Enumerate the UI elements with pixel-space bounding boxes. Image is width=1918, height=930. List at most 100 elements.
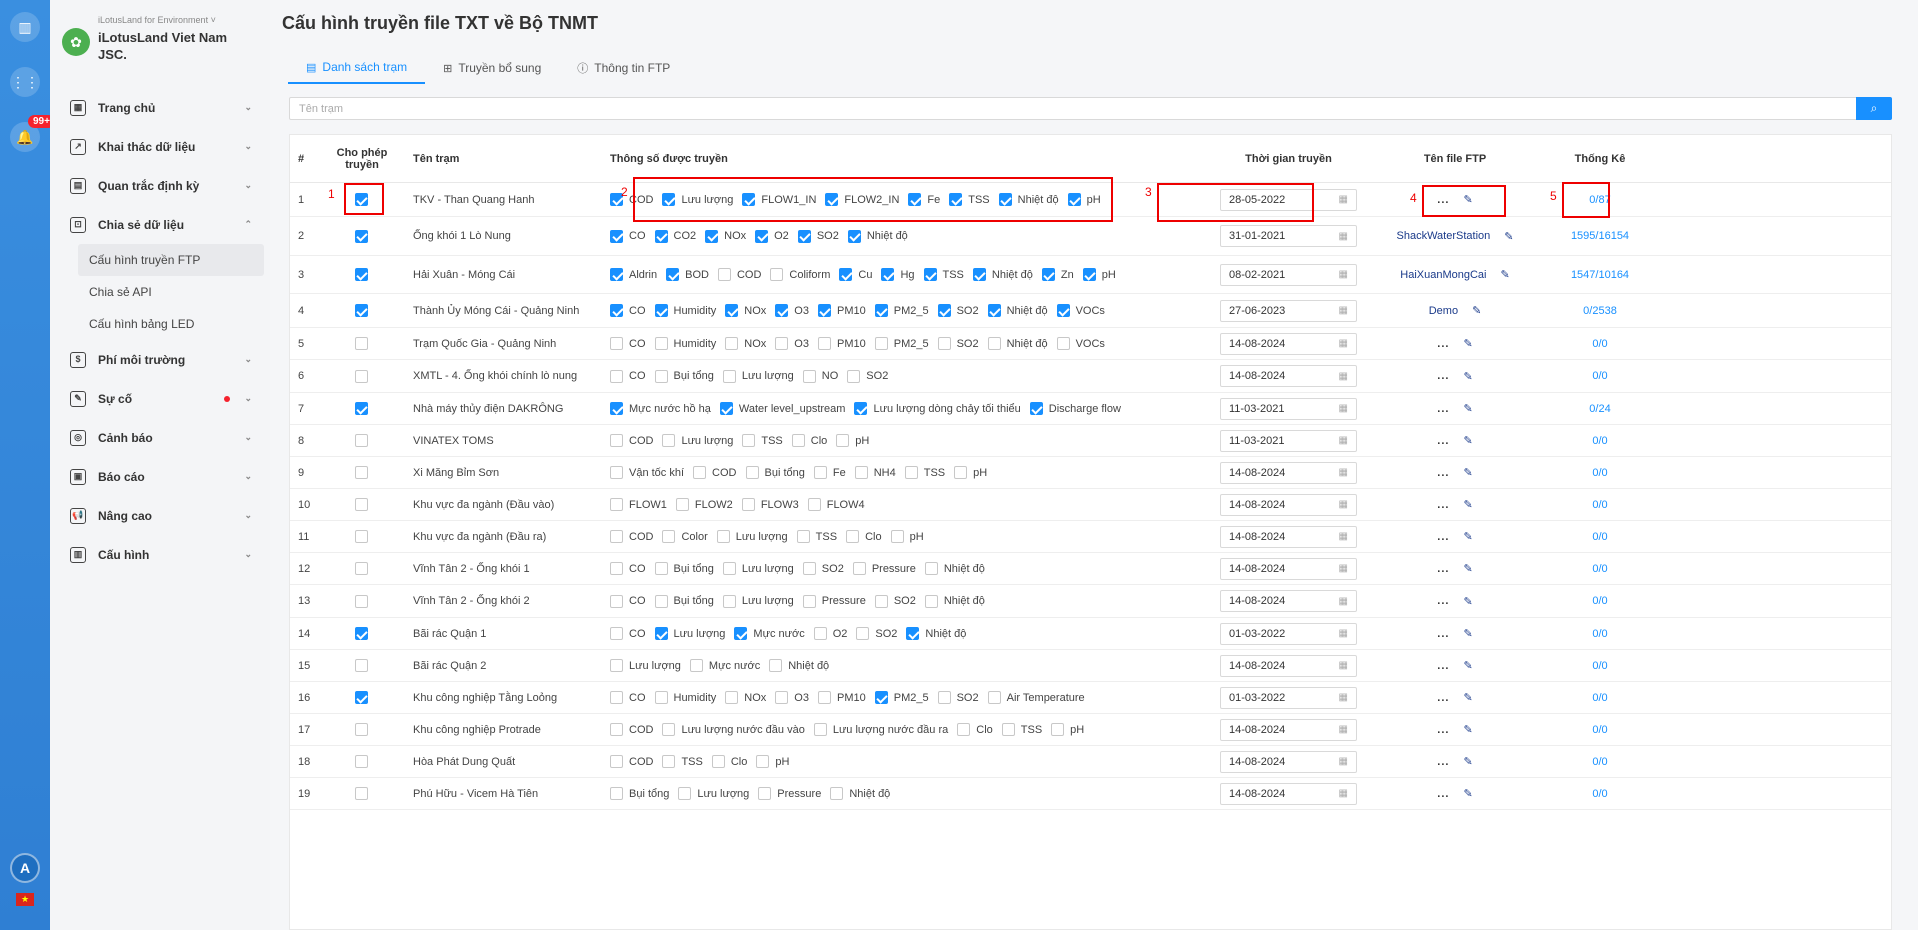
param-option[interactable]: Nhiệt độ	[972, 268, 1033, 281]
param-option[interactable]: Nhiệt độ	[987, 304, 1048, 317]
allow-transfer-checkbox[interactable]	[354, 498, 368, 511]
param-option[interactable]: Lưu lượng	[722, 369, 794, 383]
param-option[interactable]: PM10	[817, 691, 866, 704]
param-checkbox[interactable]	[610, 434, 623, 447]
allow-transfer-checkbox[interactable]	[354, 268, 368, 281]
param-checkbox[interactable]	[719, 402, 733, 415]
param-checkbox[interactable]	[675, 498, 689, 511]
allow-transfer-checkbox[interactable]	[354, 434, 368, 447]
param-option[interactable]: SO2	[797, 229, 839, 243]
edit-icon[interactable]: ✎	[1463, 562, 1472, 575]
edit-icon[interactable]: ✎	[1463, 627, 1472, 640]
param-checkbox[interactable]	[1051, 723, 1065, 736]
param-option[interactable]: Lưu lượng	[654, 627, 725, 640]
param-checkbox[interactable]	[654, 337, 668, 350]
param-option[interactable]: CO	[610, 229, 646, 243]
param-option[interactable]: PM10	[817, 337, 866, 350]
param-option[interactable]: Cu	[839, 268, 872, 281]
param-option[interactable]: FLOW1_IN	[742, 193, 816, 206]
param-checkbox[interactable]	[711, 755, 725, 768]
param-option[interactable]: Lưu lượng	[722, 562, 794, 575]
param-checkbox[interactable]	[825, 193, 839, 206]
param-checkbox[interactable]	[807, 498, 821, 511]
param-option[interactable]: FLOW3	[741, 498, 799, 511]
allow-transfer-checkbox[interactable]	[354, 337, 368, 350]
transfer-date-picker[interactable]: 14-08-2024 ▦	[1220, 493, 1357, 516]
param-option[interactable]: SO2	[937, 304, 979, 317]
sidebar-item-9[interactable]: ▥ Cấu hình ⌄	[50, 535, 270, 574]
param-checkbox[interactable]	[817, 337, 831, 350]
param-checkbox[interactable]	[693, 466, 707, 479]
param-option[interactable]: Nhiệt độ	[906, 627, 966, 640]
transfer-date-picker[interactable]: 01-03-2022 ▦	[1220, 686, 1357, 709]
param-checkbox[interactable]	[874, 337, 888, 350]
allow-transfer-checkbox[interactable]	[354, 304, 368, 317]
param-option[interactable]: COD	[717, 268, 761, 281]
param-option[interactable]: NOx	[705, 229, 746, 243]
param-option[interactable]: NOx	[725, 304, 766, 317]
param-option[interactable]: NH4	[854, 466, 896, 479]
param-checkbox[interactable]	[742, 193, 756, 206]
param-checkbox[interactable]	[998, 193, 1012, 206]
param-checkbox[interactable]	[770, 268, 784, 281]
param-option[interactable]: Bụi tổng	[654, 562, 714, 575]
search-button[interactable]: ⌕	[1856, 97, 1892, 120]
param-option[interactable]: Humidity	[654, 691, 716, 704]
tab-additional-transfer[interactable]: ⊞ Truyền bổ sung	[425, 52, 559, 84]
param-option[interactable]: Pressure	[758, 787, 821, 800]
edit-icon[interactable]: ✎	[1463, 337, 1472, 350]
param-checkbox[interactable]	[741, 498, 755, 511]
stat-link[interactable]: 0/0	[1545, 778, 1655, 809]
stat-link[interactable]: 0/0	[1545, 489, 1655, 520]
param-option[interactable]: pH	[890, 530, 924, 543]
stat-link[interactable]: 0/0	[1545, 618, 1655, 649]
param-checkbox[interactable]	[662, 755, 676, 768]
param-option[interactable]: Pressure	[802, 594, 866, 608]
brand[interactable]: ✿ iLotusLand for Environment ˅ iLotusLan…	[62, 12, 262, 72]
param-checkbox[interactable]	[802, 594, 816, 608]
param-checkbox[interactable]	[856, 627, 870, 640]
param-checkbox[interactable]	[769, 659, 783, 672]
station-search-input[interactable]	[290, 98, 1850, 119]
transfer-date-picker[interactable]: 14-08-2024 ▦	[1220, 461, 1357, 484]
param-option[interactable]: TSS	[796, 530, 837, 543]
stat-link[interactable]: 0/0	[1545, 328, 1655, 359]
param-option[interactable]: Nhiệt độ	[830, 787, 890, 800]
param-option[interactable]: SO2	[937, 337, 979, 350]
param-option[interactable]: PM10	[817, 304, 866, 317]
stat-link[interactable]: 0/0	[1545, 360, 1655, 392]
edit-icon[interactable]: ✎	[1463, 755, 1472, 768]
param-checkbox[interactable]	[817, 304, 831, 317]
param-checkbox[interactable]	[610, 369, 623, 383]
param-checkbox[interactable]	[874, 691, 888, 704]
stat-link[interactable]: 0/24	[1545, 393, 1655, 424]
allow-transfer-checkbox[interactable]	[354, 193, 368, 206]
param-checkbox[interactable]	[813, 627, 827, 640]
param-checkbox[interactable]	[924, 594, 938, 608]
transfer-date-picker[interactable]: 27-06-2023 ▦	[1220, 299, 1357, 322]
stat-link[interactable]: 0/87	[1545, 183, 1655, 216]
transfer-date-picker[interactable]: 31-01-2021 ▦	[1220, 225, 1357, 247]
param-checkbox[interactable]	[775, 337, 789, 350]
param-checkbox[interactable]	[742, 434, 756, 447]
sidebar-item-7[interactable]: ▣ Báo cáo ⌄	[50, 457, 270, 496]
edit-icon[interactable]: ✎	[1463, 193, 1472, 206]
stat-link[interactable]: 1595/16154	[1570, 217, 1630, 255]
param-checkbox[interactable]	[987, 337, 1001, 350]
transfer-date-picker[interactable]: 01-03-2022 ▦	[1220, 622, 1357, 645]
param-option[interactable]: TSS	[662, 755, 703, 768]
transfer-date-picker[interactable]: 14-08-2024 ▦	[1220, 782, 1357, 805]
param-checkbox[interactable]	[610, 229, 623, 243]
param-option[interactable]: Coliform	[770, 268, 830, 281]
allow-transfer-checkbox[interactable]	[354, 723, 368, 736]
param-option[interactable]: Nhiệt độ	[998, 193, 1059, 206]
param-option[interactable]: Humidity	[654, 304, 716, 317]
allow-transfer-checkbox[interactable]	[354, 755, 368, 768]
param-option[interactable]: CO	[610, 337, 646, 350]
param-checkbox[interactable]	[923, 268, 937, 281]
param-checkbox[interactable]	[874, 304, 888, 317]
param-checkbox[interactable]	[1067, 193, 1081, 206]
allow-transfer-checkbox[interactable]	[354, 787, 368, 800]
param-checkbox[interactable]	[689, 659, 703, 672]
param-option[interactable]: Hg	[881, 268, 915, 281]
